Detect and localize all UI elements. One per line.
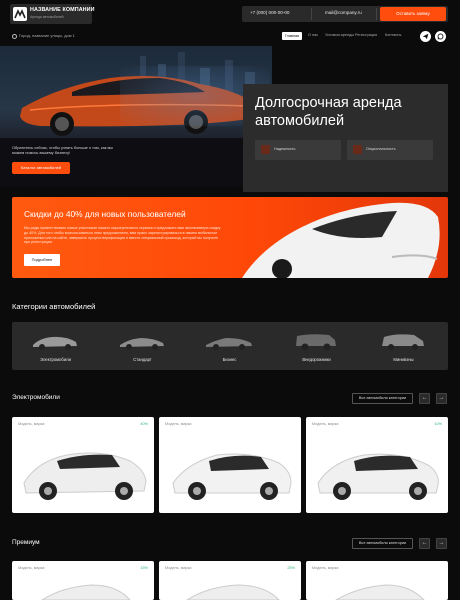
- options-icon: [353, 145, 362, 154]
- hero-description: Обратитесь сейчас, чтобы узнать больше о…: [12, 145, 114, 156]
- premium-all-button[interactable]: Все автомобили категории: [352, 538, 413, 549]
- category-suv[interactable]: Внедорожники: [273, 322, 360, 370]
- product-card[interactable]: Модель, марка: [159, 417, 301, 513]
- product-card[interactable]: Модель, марка: [306, 561, 448, 600]
- city-address: Город, название улицы, дом 1: [19, 33, 75, 38]
- hero-title-panel: Долгосрочная аренда автомобилей Надежнос…: [243, 84, 448, 192]
- hero-section: Долгосрочная аренда автомобилей Надежнос…: [0, 46, 460, 192]
- electric-prev-button[interactable]: ←: [419, 393, 430, 404]
- discount-badge: 25%: [287, 566, 295, 570]
- feature-options: Опциональность: [347, 140, 433, 160]
- company-subtitle: Аренда автомобилей: [30, 15, 64, 19]
- promo-car-image: [242, 202, 440, 278]
- nav-item-contacts[interactable]: Контакты: [385, 33, 401, 37]
- category-electric[interactable]: Электромобили: [12, 322, 99, 370]
- divider: [311, 8, 312, 20]
- promo-text: Мы рады приветствовать новых участников …: [24, 226, 221, 245]
- logo-mark-icon: [13, 7, 27, 21]
- company-name: НАЗВАНИЕ КОМПАНИИ: [30, 7, 95, 13]
- electric-title: Электромобили: [12, 394, 60, 401]
- feature-reliability: Надежность: [255, 140, 341, 160]
- product-card[interactable]: Модель, марка 15%: [12, 561, 154, 600]
- category-business[interactable]: Бизнес: [186, 322, 273, 370]
- shield-icon: [261, 145, 270, 154]
- hero-title: Долгосрочная аренда автомобилей: [255, 95, 402, 129]
- product-card[interactable]: Модель, марка 40%: [12, 417, 154, 513]
- phone-link[interactable]: +7 (000) 000-00-00: [250, 10, 289, 15]
- premium-next-button[interactable]: →: [436, 538, 447, 549]
- category-standard[interactable]: Стандарт: [99, 322, 186, 370]
- company-logo[interactable]: НАЗВАНИЕ КОМПАНИИ Аренда автомобилей: [10, 4, 95, 24]
- electric-all-button[interactable]: Все автомобили категории: [352, 393, 413, 404]
- category-minivan[interactable]: Минивэны: [360, 322, 447, 370]
- promo-more-button[interactable]: Подробнее: [24, 254, 60, 266]
- car-image: [41, 584, 131, 600]
- email-link[interactable]: mail@company.ru: [325, 10, 362, 15]
- catalog-button[interactable]: Каталог автомобилей: [12, 162, 70, 174]
- car-image: [186, 584, 280, 600]
- product-card[interactable]: Модель, марка 10%: [306, 417, 448, 513]
- nav-item-home[interactable]: Главная: [282, 32, 302, 40]
- discount-badge: 40%: [140, 422, 148, 426]
- request-button[interactable]: Оставить заявку: [380, 7, 446, 21]
- car-image: [23, 452, 147, 500]
- car-image: [317, 453, 439, 500]
- nav-item-about[interactable]: О нас: [308, 33, 318, 37]
- premium-prev-button[interactable]: ←: [419, 538, 430, 549]
- location-pin-icon: [12, 34, 17, 39]
- divider: [376, 8, 377, 20]
- telegram-icon[interactable]: [420, 31, 431, 42]
- nav-bar: Город, название улицы, дом 1 Главная О н…: [0, 28, 460, 46]
- car-image: [335, 584, 425, 600]
- header: НАЗВАНИЕ КОМПАНИИ Аренда автомобилей +7 …: [0, 0, 460, 28]
- discount-badge: 15%: [140, 566, 148, 570]
- contact-bar: +7 (000) 000-00-00 mail@company.ru Остав…: [242, 6, 448, 22]
- product-card[interactable]: Модель, марка 25%: [159, 561, 301, 600]
- electric-next-button[interactable]: →: [436, 393, 447, 404]
- premium-title: Премиум: [12, 539, 40, 546]
- categories-title: Категории автомобилей: [12, 302, 96, 311]
- discount-badge: 10%: [434, 422, 442, 426]
- nav-item-registration[interactable]: Регистрация: [355, 33, 377, 37]
- car-image: [172, 453, 292, 500]
- promo-title: Скидки до 40% для новых пользователей: [24, 209, 186, 219]
- categories-panel: Электромобили Стандарт Бизнес Внедорожни…: [12, 322, 448, 370]
- whatsapp-icon[interactable]: [435, 31, 446, 42]
- nav-item-rent-terms[interactable]: Условия аренды: [325, 33, 354, 37]
- promo-banner: Скидки до 40% для новых пользователей Мы…: [12, 197, 448, 278]
